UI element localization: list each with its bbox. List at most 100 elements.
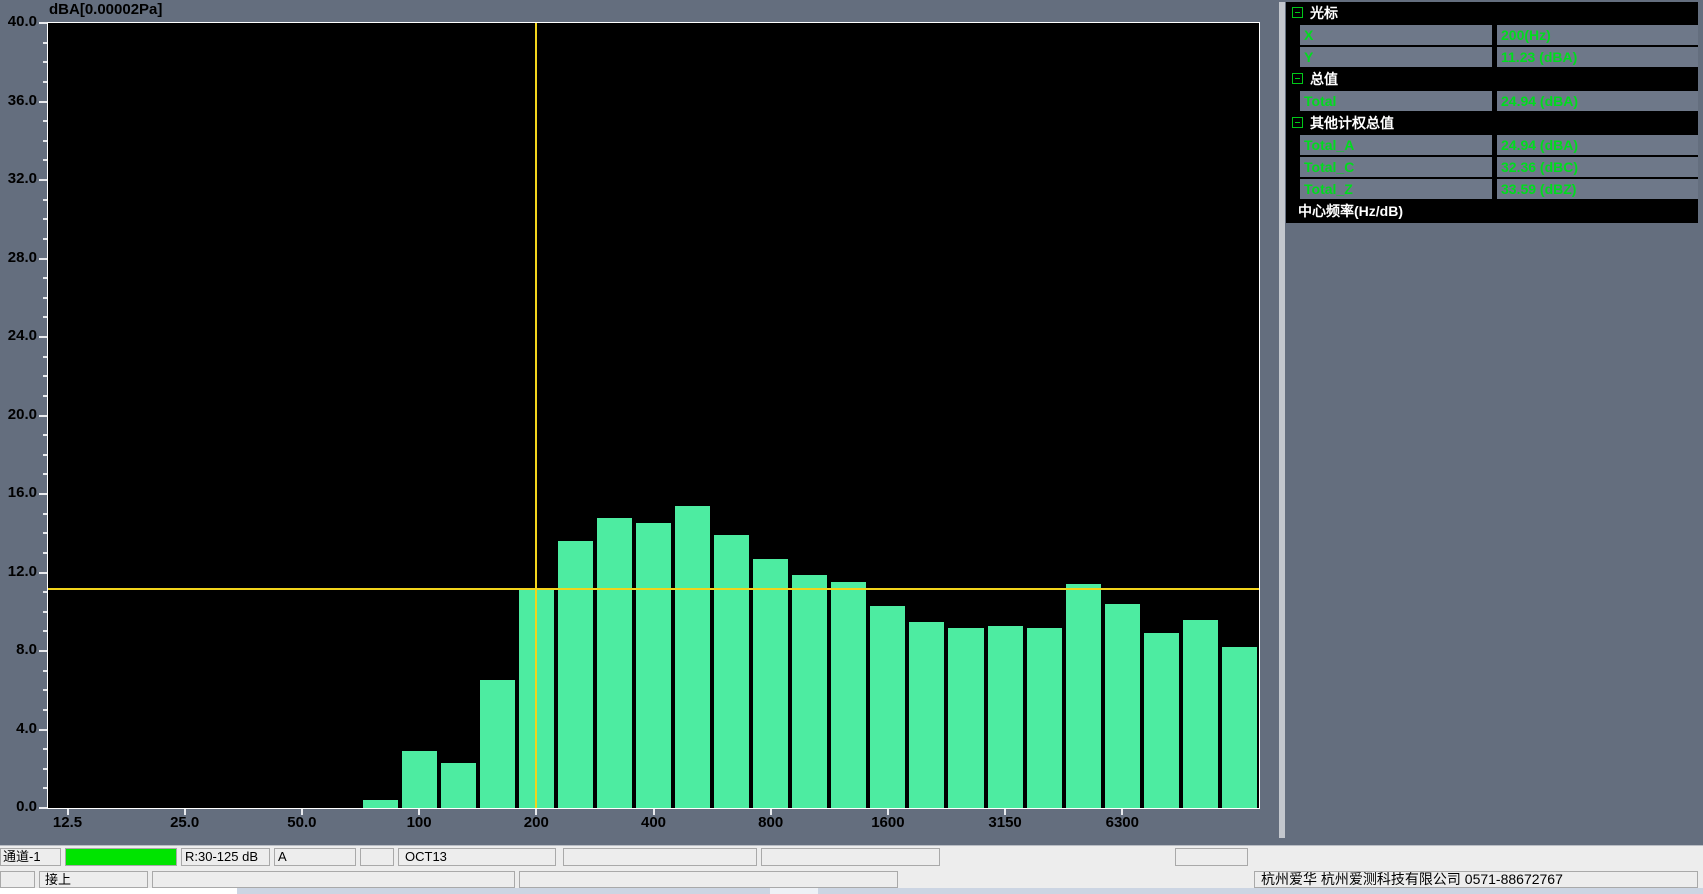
- x-axis-label: 1600: [856, 814, 920, 831]
- bar-4000hz[interactable]: [1027, 628, 1062, 809]
- bar-2000hz[interactable]: [909, 622, 944, 808]
- y-axis-tick: [43, 356, 47, 358]
- section-title: 中心频率(Hz/dB): [1298, 200, 1403, 222]
- x-axis-label: 6300: [1090, 814, 1154, 831]
- y-axis-label: 36.0: [0, 92, 37, 110]
- table-row[interactable]: X 200(Hz): [1286, 24, 1698, 46]
- y-axis-tick: [43, 670, 47, 672]
- y-axis-label: 32.0: [0, 170, 37, 188]
- status-cell-empty: [519, 871, 898, 888]
- taskbar-segment: [770, 888, 818, 894]
- row-name: Total_C: [1300, 157, 1492, 177]
- y-axis-tick: [43, 140, 47, 142]
- bar-125hz[interactable]: [441, 763, 476, 808]
- bar-8000hz[interactable]: [1144, 633, 1179, 808]
- x-axis-label: 50.0: [270, 814, 334, 831]
- bar-400hz[interactable]: [636, 523, 671, 808]
- row-value: 32.36 (dBC): [1497, 157, 1698, 177]
- table-row[interactable]: Total 24.94 (dBA): [1286, 90, 1698, 112]
- y-axis-tick: [39, 179, 47, 181]
- y-axis-tick: [43, 768, 47, 770]
- bar-3150hz[interactable]: [988, 626, 1023, 809]
- row-name: Total_A: [1300, 135, 1492, 155]
- bar-1600hz[interactable]: [870, 606, 905, 808]
- y-axis-tick: [43, 748, 47, 750]
- y-axis-tick: [43, 218, 47, 220]
- table-row[interactable]: Total_A 24.94 (dBA): [1286, 134, 1698, 156]
- panel-splitter[interactable]: [1279, 2, 1285, 838]
- company-info: 杭州爱华 杭州爱测科技有限公司 0571-88672767: [1254, 871, 1698, 888]
- y-axis-tick: [39, 493, 47, 495]
- y-axis-tick: [43, 316, 47, 318]
- y-axis-label: 40.0: [0, 13, 37, 31]
- bar-12500hz[interactable]: [1222, 647, 1257, 808]
- cursor-horizontal-line[interactable]: [48, 588, 1259, 590]
- x-axis-label: 12.5: [36, 814, 100, 831]
- bar-2500hz[interactable]: [948, 628, 983, 809]
- y-axis-tick: [39, 22, 47, 24]
- status-cell-empty: [360, 848, 394, 866]
- row-value: 11.23 (dBA): [1497, 47, 1698, 67]
- status-cell-empty: [761, 848, 940, 866]
- section-title: 光标: [1310, 2, 1338, 24]
- section-header-center-frequency[interactable]: 中心频率(Hz/dB): [1286, 200, 1698, 223]
- bar-6300hz[interactable]: [1105, 604, 1140, 808]
- y-axis-tick: [39, 807, 47, 809]
- y-axis-tick: [43, 630, 47, 632]
- y-axis-tick: [43, 591, 47, 593]
- bar-1000hz[interactable]: [792, 575, 827, 809]
- collapse-icon[interactable]: [1292, 117, 1303, 128]
- y-axis-tick: [39, 258, 47, 260]
- y-axis-label: 28.0: [0, 249, 37, 267]
- section-header-cursor[interactable]: 光标: [1286, 2, 1698, 24]
- collapse-icon[interactable]: [1292, 73, 1303, 84]
- status-cell-empty: [0, 871, 35, 888]
- bar-1250hz[interactable]: [831, 582, 866, 808]
- range-cell: R:30-125 dB: [181, 848, 270, 866]
- row-name: Total: [1300, 91, 1492, 111]
- y-axis-tick: [43, 552, 47, 554]
- bar-5000hz[interactable]: [1066, 584, 1101, 808]
- y-axis-tick: [43, 709, 47, 711]
- bar-800hz[interactable]: [753, 559, 788, 808]
- x-axis-label: 25.0: [153, 814, 217, 831]
- x-axis-label: 800: [739, 814, 803, 831]
- y-axis-tick: [43, 473, 47, 475]
- bar-315hz[interactable]: [597, 518, 632, 808]
- row-value: 24.94 (dBA): [1497, 135, 1698, 155]
- bar-80hz[interactable]: [363, 800, 398, 808]
- bar-500hz[interactable]: [675, 506, 710, 808]
- bar-10000hz[interactable]: [1183, 620, 1218, 808]
- minus-glyph: [1295, 12, 1300, 13]
- table-row[interactable]: Total_C 32.36 (dBC): [1286, 156, 1698, 178]
- section-header-total[interactable]: 总值: [1286, 68, 1698, 90]
- table-row[interactable]: Y 11.23 (dBA): [1286, 46, 1698, 68]
- x-axis-label: 400: [622, 814, 686, 831]
- taskbar-strip: [0, 888, 1703, 894]
- status-cell-empty: [1175, 848, 1248, 866]
- y-axis-tick: [39, 415, 47, 417]
- y-axis-tick: [39, 101, 47, 103]
- bar-630hz[interactable]: [714, 535, 749, 808]
- row-name: Total_Z: [1300, 179, 1492, 199]
- y-axis-tick: [43, 238, 47, 240]
- y-axis-tick: [43, 277, 47, 279]
- y-axis-tick: [43, 787, 47, 789]
- cursor-vertical-line[interactable]: [535, 23, 537, 808]
- status-bar: 通道-1 R:30-125 dB A OCT13 接上 杭州爱华 杭州爱测科技有…: [0, 845, 1703, 889]
- table-row[interactable]: Total_Z 33.59 (dBZ): [1286, 178, 1698, 200]
- section-header-weighted-totals[interactable]: 其他计权总值: [1286, 112, 1698, 134]
- bar-100hz[interactable]: [402, 751, 437, 808]
- y-axis-tick: [43, 120, 47, 122]
- bar-160hz[interactable]: [480, 680, 515, 808]
- y-axis-tick: [43, 297, 47, 299]
- spectrum-plot[interactable]: [47, 22, 1260, 809]
- collapse-icon[interactable]: [1292, 7, 1303, 18]
- y-axis-label: 24.0: [0, 327, 37, 345]
- row-value: 200(Hz): [1497, 25, 1698, 45]
- minus-glyph: [1295, 78, 1300, 79]
- section-title: 其他计权总值: [1310, 112, 1394, 134]
- x-axis-label: 100: [387, 814, 451, 831]
- bar-250hz[interactable]: [558, 541, 593, 808]
- y-axis-tick: [43, 395, 47, 397]
